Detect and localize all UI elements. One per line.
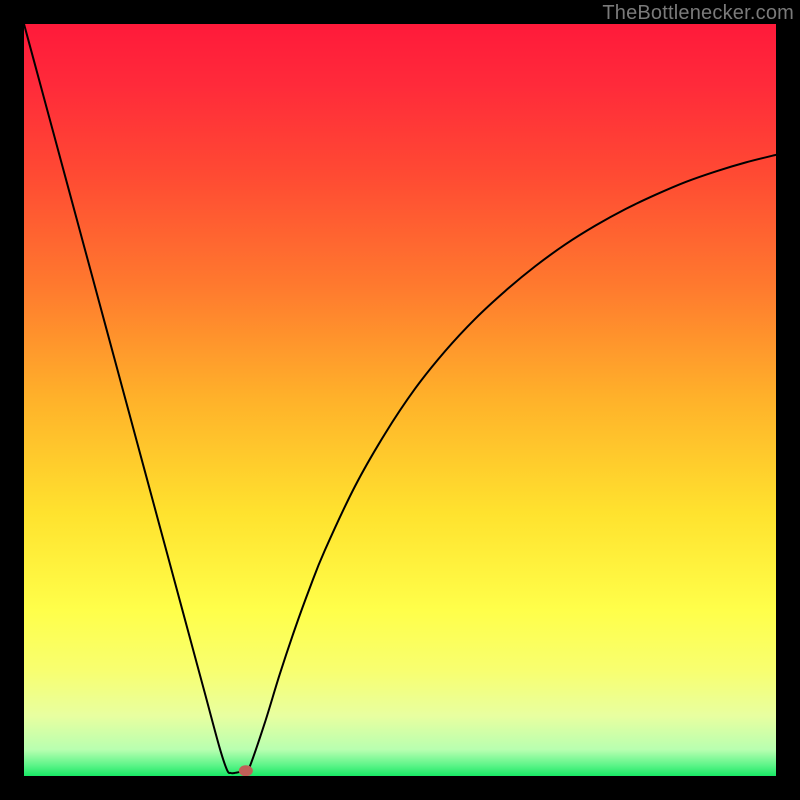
optimal-marker (239, 765, 253, 776)
credit-label: TheBottlenecker.com (602, 2, 794, 25)
chart-svg (24, 24, 776, 776)
plot-area (24, 24, 776, 776)
chart-frame: TheBottlenecker.com (0, 0, 800, 800)
gradient-background (24, 24, 776, 776)
